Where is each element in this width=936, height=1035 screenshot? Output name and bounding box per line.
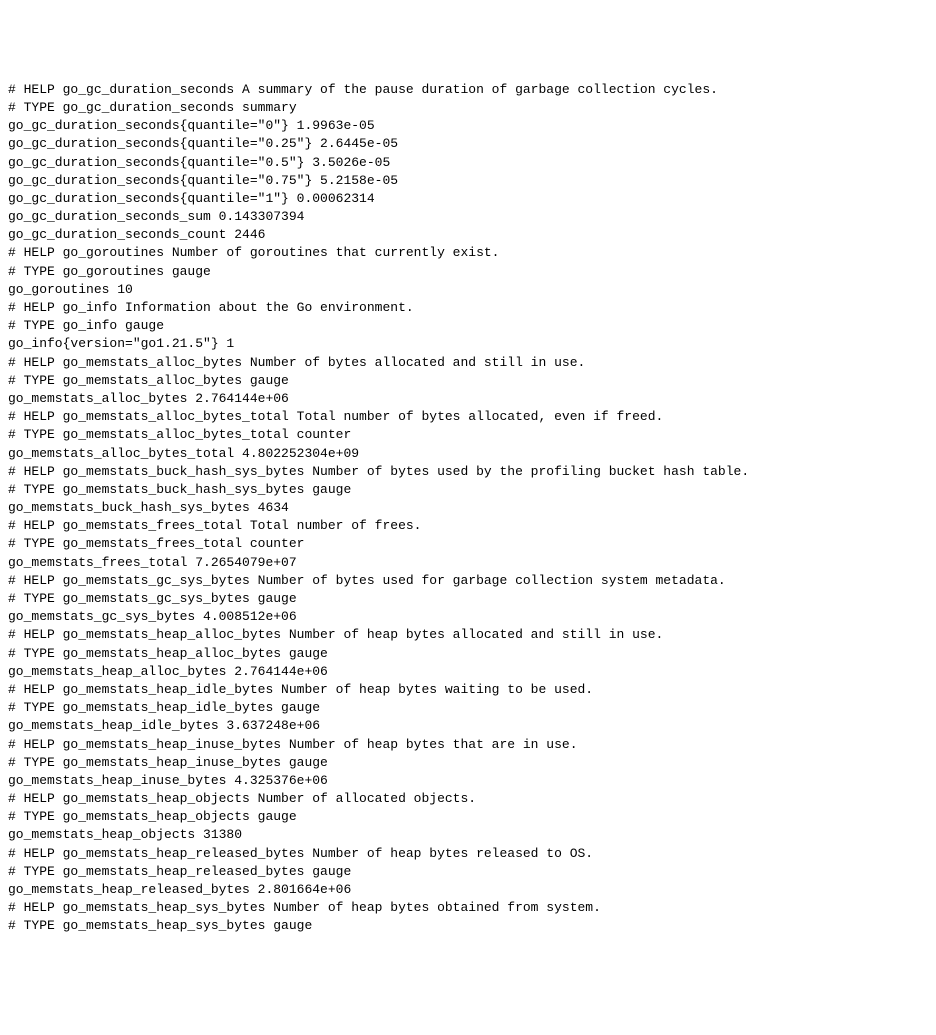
metrics-line: # HELP go_memstats_frees_total Total num… [8, 517, 928, 535]
metrics-line: # TYPE go_memstats_heap_sys_bytes gauge [8, 917, 928, 935]
metrics-line: # HELP go_memstats_heap_inuse_bytes Numb… [8, 736, 928, 754]
metrics-line: go_info{version="go1.21.5"} 1 [8, 335, 928, 353]
metrics-line: # HELP go_info Information about the Go … [8, 299, 928, 317]
metrics-line: go_gc_duration_seconds{quantile="0.25"} … [8, 135, 928, 153]
metrics-line: go_goroutines 10 [8, 281, 928, 299]
metrics-line: # HELP go_memstats_heap_objects Number o… [8, 790, 928, 808]
metrics-line: go_memstats_heap_idle_bytes 3.637248e+06 [8, 717, 928, 735]
metrics-line: go_memstats_alloc_bytes 2.764144e+06 [8, 390, 928, 408]
metrics-line: # TYPE go_memstats_heap_objects gauge [8, 808, 928, 826]
metrics-line: go_memstats_heap_alloc_bytes 2.764144e+0… [8, 663, 928, 681]
metrics-line: go_gc_duration_seconds{quantile="0"} 1.9… [8, 117, 928, 135]
metrics-line: go_memstats_gc_sys_bytes 4.008512e+06 [8, 608, 928, 626]
metrics-line: # TYPE go_memstats_buck_hash_sys_bytes g… [8, 481, 928, 499]
metrics-line: go_memstats_heap_objects 31380 [8, 826, 928, 844]
metrics-line: # TYPE go_memstats_heap_idle_bytes gauge [8, 699, 928, 717]
metrics-line: go_gc_duration_seconds_count 2446 [8, 226, 928, 244]
metrics-line: # TYPE go_memstats_gc_sys_bytes gauge [8, 590, 928, 608]
metrics-line: # HELP go_memstats_heap_idle_bytes Numbe… [8, 681, 928, 699]
metrics-line: go_gc_duration_seconds{quantile="0.5"} 3… [8, 154, 928, 172]
metrics-line: # TYPE go_info gauge [8, 317, 928, 335]
metrics-line: go_gc_duration_seconds{quantile="0.75"} … [8, 172, 928, 190]
metrics-line: # HELP go_memstats_heap_alloc_bytes Numb… [8, 626, 928, 644]
metrics-line: # TYPE go_memstats_alloc_bytes_total cou… [8, 426, 928, 444]
metrics-line: # HELP go_goroutines Number of goroutine… [8, 244, 928, 262]
metrics-line: # HELP go_memstats_heap_sys_bytes Number… [8, 899, 928, 917]
metrics-line: # HELP go_memstats_alloc_bytes Number of… [8, 354, 928, 372]
metrics-line: # HELP go_memstats_buck_hash_sys_bytes N… [8, 463, 928, 481]
metrics-line: # TYPE go_memstats_heap_inuse_bytes gaug… [8, 754, 928, 772]
metrics-line: go_memstats_buck_hash_sys_bytes 4634 [8, 499, 928, 517]
metrics-line: # HELP go_gc_duration_seconds A summary … [8, 81, 928, 99]
metrics-line: # HELP go_memstats_gc_sys_bytes Number o… [8, 572, 928, 590]
metrics-line: # HELP go_memstats_alloc_bytes_total Tot… [8, 408, 928, 426]
metrics-line: # TYPE go_memstats_frees_total counter [8, 535, 928, 553]
metrics-text-output: # HELP go_gc_duration_seconds A summary … [8, 81, 928, 936]
metrics-line: # TYPE go_memstats_heap_released_bytes g… [8, 863, 928, 881]
metrics-line: # HELP go_memstats_heap_released_bytes N… [8, 845, 928, 863]
metrics-line: go_memstats_alloc_bytes_total 4.80225230… [8, 445, 928, 463]
metrics-line: go_gc_duration_seconds_sum 0.143307394 [8, 208, 928, 226]
metrics-line: # TYPE go_memstats_alloc_bytes gauge [8, 372, 928, 390]
metrics-line: go_memstats_heap_released_bytes 2.801664… [8, 881, 928, 899]
metrics-line: # TYPE go_memstats_heap_alloc_bytes gaug… [8, 645, 928, 663]
metrics-line: go_memstats_frees_total 7.2654079e+07 [8, 554, 928, 572]
metrics-line: # TYPE go_goroutines gauge [8, 263, 928, 281]
metrics-line: go_gc_duration_seconds{quantile="1"} 0.0… [8, 190, 928, 208]
metrics-line: go_memstats_heap_inuse_bytes 4.325376e+0… [8, 772, 928, 790]
metrics-line: # TYPE go_gc_duration_seconds summary [8, 99, 928, 117]
